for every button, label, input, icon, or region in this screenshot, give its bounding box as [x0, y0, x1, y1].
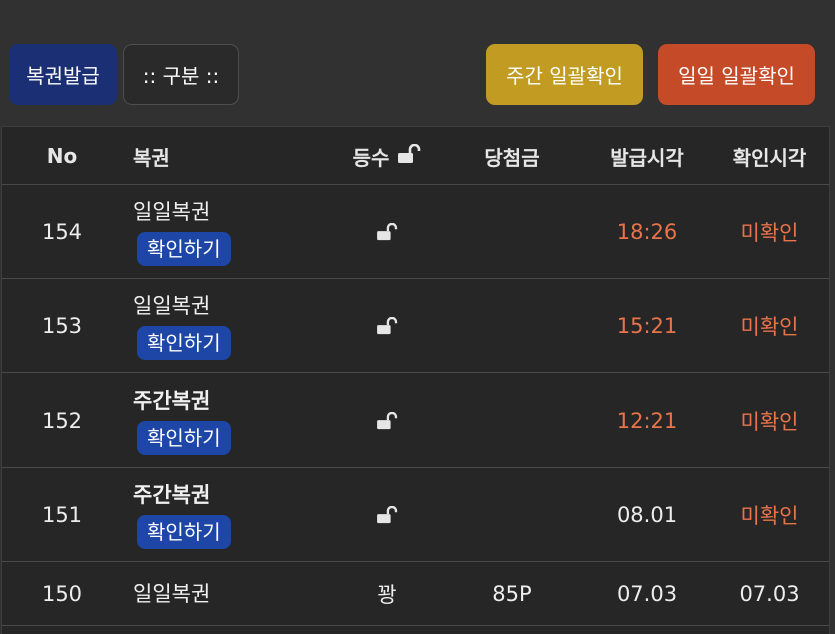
table-row: 154 일일복권확인하기 18:26 미확인	[2, 185, 829, 279]
lottery-name: 일일복권	[133, 294, 211, 318]
header-no[interactable]: No	[2, 127, 122, 185]
rank-value: 꽝	[377, 583, 397, 607]
row-confirmed-time: 미확인	[740, 504, 799, 528]
row-issued-time: 12:21	[616, 409, 678, 433]
lottery-name: 주간복권	[133, 389, 211, 413]
lottery-name: 일일복권	[133, 582, 211, 606]
header-issued-time[interactable]: 발급시각	[582, 127, 712, 185]
row-issued-time: 08.01	[616, 503, 678, 527]
row-rank	[327, 185, 447, 279]
row-no: 152	[41, 409, 83, 433]
header-rank-label: 등수	[352, 145, 390, 170]
row-confirmed-time: 미확인	[740, 221, 799, 245]
row-confirmed-time: 미확인	[740, 410, 799, 434]
category-select[interactable]: :: 구분 ::	[123, 44, 239, 105]
row-prize	[452, 279, 572, 373]
issue-lottery-button[interactable]: 복권발급	[9, 44, 117, 105]
table-row: 150 일일복권 꽝 85P 07.03 07.03	[2, 562, 829, 626]
row-issued-time: 15:21	[616, 314, 678, 338]
lottery-table: No 복권 등수 당첨금 발급시각 확인시각 154 일일복권 확인하기 18:26 미…	[1, 126, 830, 634]
row-rank: 꽝	[327, 562, 447, 626]
table-row: 152 주간복권확인하기 12:21 미확인	[2, 374, 829, 468]
row-prize	[452, 185, 572, 279]
header-rank[interactable]: 등수	[327, 127, 447, 185]
row-no: 154	[41, 220, 83, 244]
header-confirmed-time[interactable]: 확인시각	[707, 127, 832, 185]
header-prize[interactable]: 당첨금	[452, 127, 572, 185]
toolbar: 복권발급 :: 구분 :: 주간 일괄확인 일일 일괄확인	[0, 0, 835, 126]
row-rank	[327, 279, 447, 373]
row-confirmed-time: 07.03	[739, 582, 800, 606]
check-button[interactable]: 확인하기	[137, 421, 231, 455]
lottery-name: 일일복권	[133, 200, 211, 224]
row-no: 153	[41, 314, 83, 338]
weekly-confirm-all-button[interactable]: 주간 일괄확인	[486, 44, 643, 105]
check-button[interactable]: 확인하기	[137, 326, 231, 360]
lock-open-icon[interactable]	[397, 143, 421, 169]
row-no: 150	[41, 582, 83, 606]
header-lottery[interactable]: 복권	[133, 127, 333, 185]
row-lottery: 일일복권확인하기	[133, 279, 333, 373]
row-prize: 85P	[452, 562, 572, 626]
row-prize	[452, 374, 572, 468]
table-header: No 복권 등수 당첨금 발급시각 확인시각	[2, 127, 829, 185]
prize-value: 85P	[492, 582, 532, 606]
lock-open-icon[interactable]	[376, 412, 398, 430]
row-lottery: 주간복권확인하기	[133, 374, 333, 468]
row-prize	[452, 468, 572, 562]
lottery-name: 주간복권	[133, 483, 211, 507]
row-lottery: 일일복권	[133, 562, 333, 626]
row-rank	[327, 468, 447, 562]
table-row: 153 일일복권확인하기 15:21 미확인	[2, 279, 829, 373]
row-issued-time: 07.03	[616, 582, 678, 606]
table-row: 151 주간복권확인하기 08.01 미확인	[2, 468, 829, 562]
row-rank	[327, 374, 447, 468]
lock-open-icon[interactable]	[376, 317, 398, 335]
check-button[interactable]: 확인하기	[137, 515, 231, 549]
daily-confirm-all-button[interactable]: 일일 일괄확인	[658, 44, 815, 105]
check-button[interactable]: 확인하기	[137, 232, 231, 266]
lock-open-icon[interactable]	[376, 506, 398, 524]
row-confirmed-time: 미확인	[740, 315, 799, 339]
row-no: 151	[41, 503, 83, 527]
row-lottery: 주간복권확인하기	[133, 468, 333, 562]
row-lottery: 일일복권확인하기	[133, 185, 333, 279]
lock-open-icon[interactable]	[376, 223, 398, 241]
row-issued-time: 18:26	[616, 220, 678, 244]
